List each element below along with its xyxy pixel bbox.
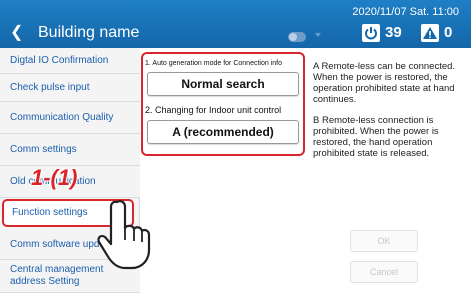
ok-button-label: OK (377, 236, 391, 246)
building-name: Building name (38, 24, 140, 41)
sidebar-item-comm-settings[interactable]: Comm settings (0, 134, 140, 166)
sidebar-item-digital-io[interactable]: Digtal IO Confirmation (0, 48, 140, 74)
info-text-b: B Remote-less connection is prohibited. … (313, 115, 439, 159)
warning-triangle-icon[interactable] (421, 24, 439, 42)
step-label: 1-(1) (31, 165, 78, 190)
sidebar-item-label: Communication Quality (10, 111, 114, 123)
sidebar-item-label: Comm settings (10, 143, 77, 155)
sidebar-item-label: Digtal IO Confirmation (10, 54, 109, 66)
power-count: 39 (385, 24, 402, 41)
toggle-dropdown[interactable] (288, 30, 330, 44)
toggle-switch-icon[interactable] (288, 32, 306, 42)
caret-down-icon[interactable] (315, 33, 321, 37)
indoor-unit-control-button[interactable]: A (recommended) (147, 120, 299, 144)
pointing-hand-icon (97, 200, 151, 270)
header-bar: ❮ Building name 2020/11/07 Sat. 11:00 39… (0, 0, 471, 48)
sidebar-item-check-pulse[interactable]: Check pulse input (0, 74, 140, 102)
section1-label: 1. Auto generation mode for Connection i… (145, 60, 282, 67)
warning-count: 0 (444, 24, 453, 41)
section2-label: 2. Changing for Indoor unit control (145, 105, 282, 115)
datetime-display: 2020/11/07 Sat. 11:00 (352, 6, 459, 18)
sidebar-item-label: Check pulse input (10, 81, 90, 93)
main-panel: 1. Auto generation mode for Connection i… (141, 48, 471, 293)
power-icon[interactable] (362, 24, 380, 42)
info-text-a: A Remote-less can be connected. When the… (313, 61, 456, 105)
auto-generation-mode-value: Normal search (181, 77, 265, 91)
sidebar-item-label: Function settings (12, 207, 88, 218)
indoor-unit-control-value: A (recommended) (172, 125, 274, 139)
sidebar-item-communication-quality[interactable]: Communication Quality (0, 102, 140, 134)
ok-button[interactable]: OK (350, 230, 418, 252)
chevron-left-icon[interactable]: ❮ (10, 25, 24, 41)
cancel-button[interactable]: Cancel (350, 261, 418, 283)
auto-generation-mode-button[interactable]: Normal search (147, 72, 299, 96)
cancel-button-label: Cancel (369, 267, 398, 277)
